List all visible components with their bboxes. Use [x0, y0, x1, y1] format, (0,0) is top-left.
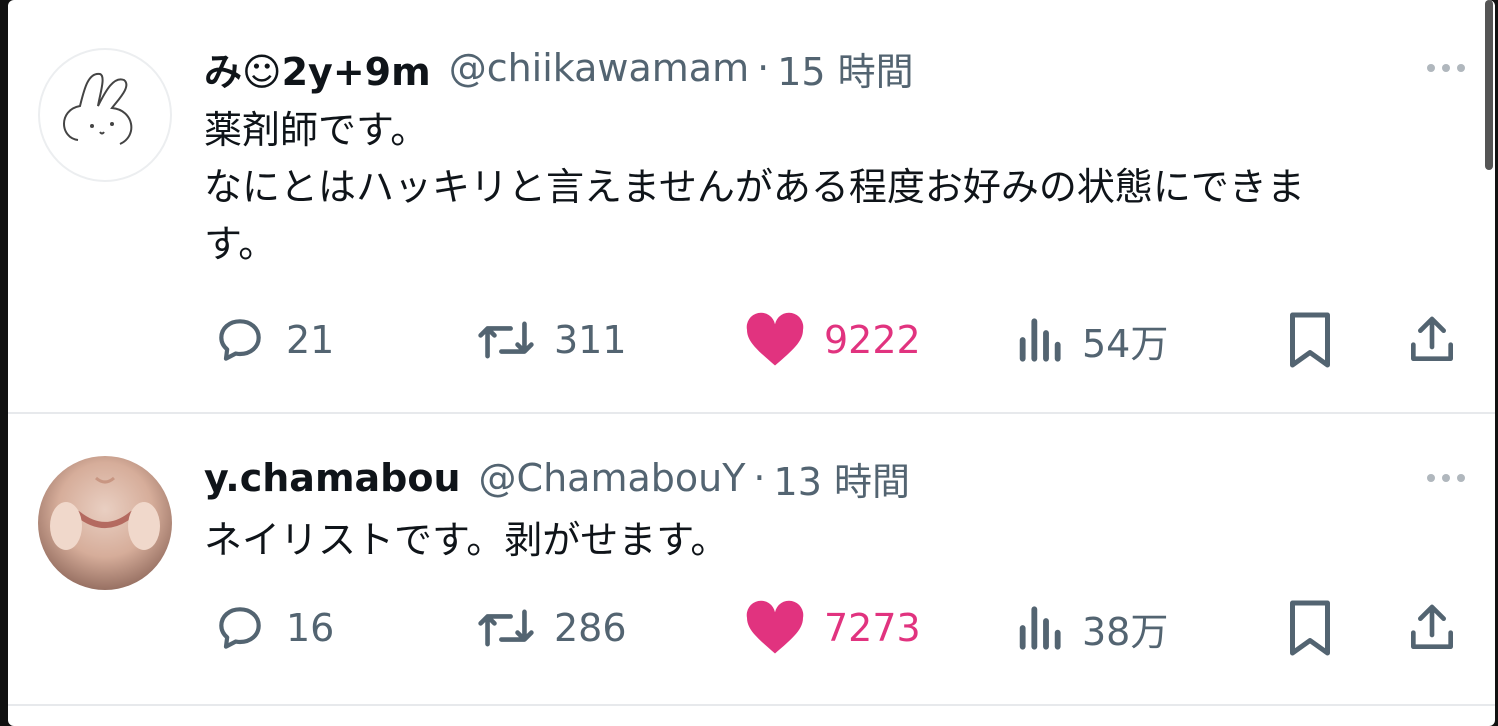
more-icon[interactable]	[1427, 450, 1465, 506]
user-handle[interactable]: @ChamabouY	[479, 456, 746, 500]
views-count: 38万	[1082, 609, 1169, 654]
tweet-line: ネイリストです。剥がせます。	[204, 518, 729, 562]
bookmark-icon	[1290, 600, 1330, 656]
tweet-2[interactable]: y.chamabou @ChamabouY · 13 時間 ネイリストです。剥が…	[8, 414, 1495, 704]
bunny-doodle-icon	[63, 72, 133, 145]
tweet-1[interactable]: み☺2y+9m @chiikawamam · 15 時間 薬剤師です。 なにとは…	[8, 0, 1495, 410]
tweet-text: ネイリストです。剥がせます。	[204, 512, 1464, 569]
views-button[interactable]: 54万	[1014, 310, 1168, 370]
display-name[interactable]: み☺2y+9m	[204, 41, 431, 96]
share-button[interactable]	[1404, 598, 1460, 658]
action-bar: 16 286 7273 38万	[204, 598, 1474, 658]
reply-icon	[219, 319, 261, 361]
reply-icon	[219, 607, 261, 649]
timeline: み☺2y+9m @chiikawamam · 15 時間 薬剤師です。 なにとは…	[8, 0, 1495, 726]
reply-button[interactable]: 16	[212, 598, 334, 658]
views-button[interactable]: 38万	[1014, 598, 1168, 658]
separator: ·	[757, 46, 770, 90]
like-button[interactable]: 9222	[744, 310, 921, 370]
retweet-icon	[478, 609, 534, 647]
reply-button[interactable]: 21	[212, 310, 334, 370]
share-icon	[1411, 316, 1453, 361]
bookmark-button[interactable]	[1284, 598, 1336, 658]
retweet-count: 311	[554, 318, 627, 362]
retweet-button[interactable]: 286	[476, 598, 627, 658]
reply-count: 21	[286, 318, 335, 362]
avatar[interactable]	[38, 456, 172, 590]
like-icon	[746, 600, 804, 654]
like-count: 7273	[824, 606, 921, 650]
display-name[interactable]: y.chamabou	[204, 456, 461, 500]
like-icon	[746, 312, 804, 366]
tweet-header: み☺2y+9m @chiikawamam · 15 時間	[204, 40, 914, 96]
timestamp[interactable]: 15 時間	[777, 41, 913, 96]
tweet-text: 薬剤師です。 なにとはハッキリと言えませんがある程度お好みの状態にできま す。	[204, 102, 1464, 273]
face-photo-icon	[50, 476, 160, 550]
timestamp[interactable]: 13 時間	[774, 451, 910, 506]
share-button[interactable]	[1404, 310, 1460, 370]
bookmark-icon	[1290, 312, 1330, 368]
action-bar: 21 311 9222 54万	[204, 310, 1474, 370]
tweet-line: す。	[204, 222, 277, 266]
scrollbar[interactable]	[1485, 0, 1493, 170]
retweet-button[interactable]: 311	[476, 310, 627, 370]
views-icon	[1019, 606, 1061, 650]
avatar[interactable]	[38, 48, 172, 182]
reply-count: 16	[286, 606, 335, 650]
tweet-line: なにとはハッキリと言えませんがある程度お好みの状態にできま	[204, 165, 1305, 209]
views-count: 54万	[1082, 321, 1169, 366]
share-icon	[1411, 604, 1453, 649]
more-icon[interactable]	[1427, 40, 1465, 96]
bookmark-button[interactable]	[1284, 310, 1336, 370]
views-icon	[1019, 318, 1061, 362]
retweet-icon	[478, 321, 534, 359]
separator: ·	[753, 456, 766, 500]
like-count: 9222	[824, 318, 921, 362]
like-button[interactable]: 7273	[744, 598, 921, 658]
tweet-line: 薬剤師です。	[204, 108, 429, 152]
tweet-header: y.chamabou @ChamabouY · 13 時間	[204, 450, 910, 506]
tweet-divider	[8, 704, 1495, 706]
retweet-count: 286	[554, 606, 627, 650]
user-handle[interactable]: @chiikawamam	[449, 46, 749, 90]
